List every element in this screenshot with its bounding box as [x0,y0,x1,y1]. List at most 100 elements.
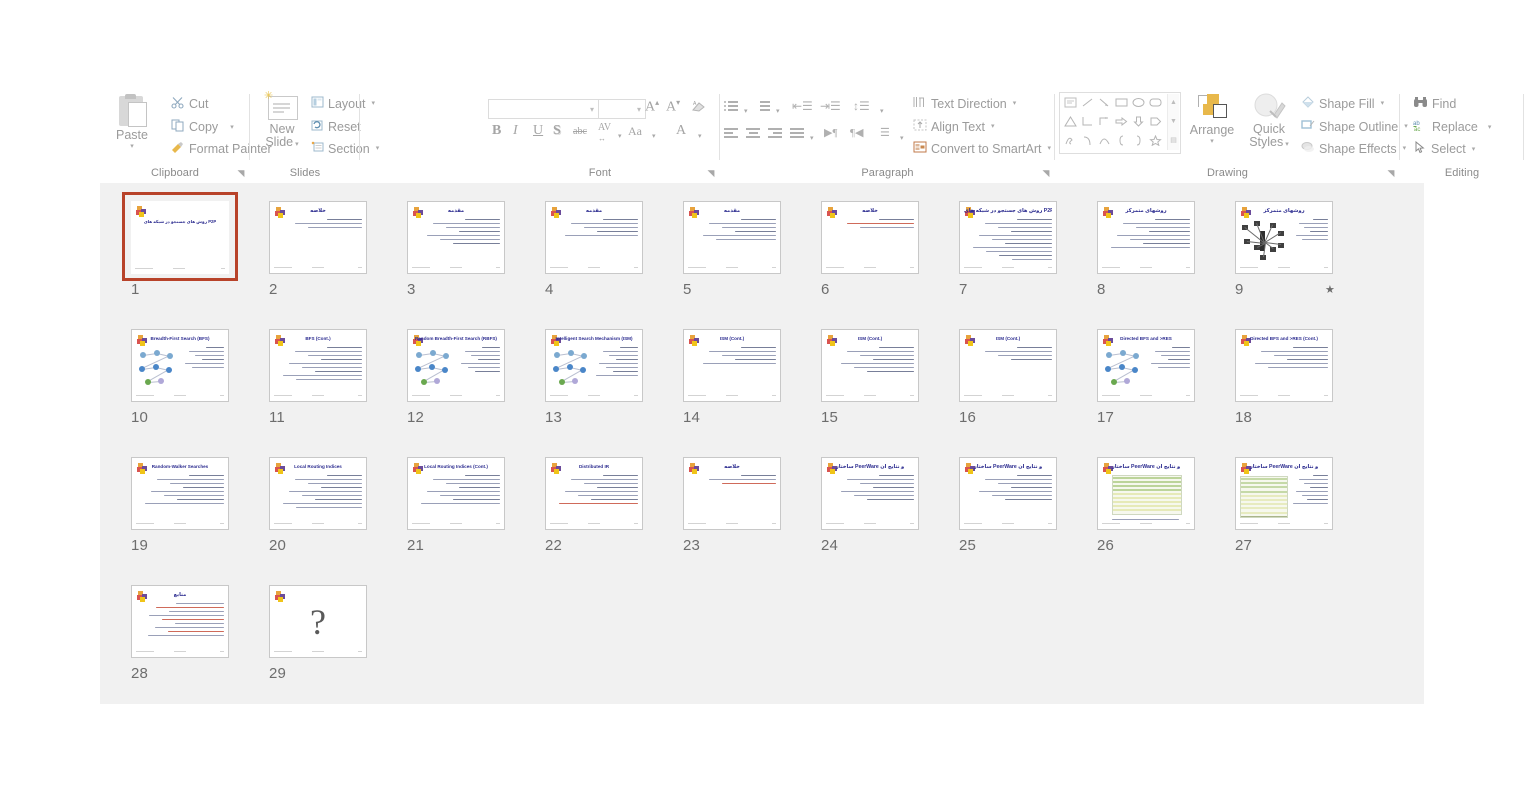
slide-thumbnail-frame[interactable]: Breadth-First Search (BFS) [125,323,235,406]
slide-thumbnail-16[interactable]: ISM (Cont.) 16 [953,323,1085,441]
chevron-down-icon[interactable]: ▾ [372,100,376,107]
gallery-more-icon[interactable]: ▤ [1168,132,1179,150]
slide-thumbnail-22[interactable]: Distributed IR 22 [539,451,671,569]
slide-sorter-pane[interactable]: روش های جستجو در شبکه های P2P 1 خلاصه 2 مقدم… [100,183,1424,704]
layout-button[interactable]: Layout ▾ [308,95,378,112]
chevron-down-icon[interactable]: ▾ [880,108,884,115]
slide-thumbnail-frame[interactable]: Intelligent Search Mechanism (ISM) [539,323,649,406]
slide-thumbnail-28[interactable]: منابع 28 [125,579,257,697]
slide-thumbnail-frame[interactable]: ساختار PeerWare و نتایج آن [815,451,925,534]
columns-button[interactable]: ☰ [880,126,890,139]
font-size-input[interactable]: ▾ [598,99,646,119]
slide-preview[interactable]: ISM (Cont.) [683,329,781,402]
slide-thumbnail-8[interactable]: روشهای متمرکز 8 [1091,195,1223,313]
clear-formatting-button[interactable]: A [688,98,709,117]
chevron-down-icon[interactable]: ▾ [618,133,622,140]
find-button[interactable]: Find [1410,95,1459,112]
slide-preview[interactable]: Random Breadth-First Search (RBFS) [407,329,505,402]
shape-right-brace[interactable] [1130,132,1147,149]
slide-thumbnail-frame[interactable]: ساختار PeerWare و نتایج آن [1091,451,1201,534]
section-button[interactable]: Section ▾ [308,140,382,157]
slide-preview[interactable]: Breadth-First Search (BFS) [131,329,229,402]
chevron-down-icon[interactable]: ▾ [1285,141,1289,148]
slide-thumbnail-frame[interactable]: خلاصه [677,451,787,534]
paragraph-dialog-launcher[interactable]: ◥ [1041,168,1051,178]
clipboard-dialog-launcher[interactable]: ◥ [236,168,246,178]
slide-thumbnail-frame[interactable]: Directed BFS and >RES (Cont.) [1229,323,1339,406]
slide-preview[interactable]: Local Routing Indices (Cont.) [407,457,505,530]
slide-preview[interactable]: ISM (Cont.) [959,329,1057,402]
bold-button[interactable]: B [492,123,501,139]
line-spacing-button[interactable]: ↕☰ [853,99,870,114]
text-direction-button[interactable]: Text Direction ▾ [910,95,1019,112]
chevron-down-icon[interactable]: ▾ [230,124,234,131]
chevron-down-icon[interactable]: ▾ [698,133,702,140]
chevron-down-icon[interactable]: ▾ [1472,146,1476,153]
chevron-down-icon[interactable]: ▾ [776,108,780,115]
chevron-down-icon[interactable]: ▾ [376,145,380,152]
shape-oval[interactable] [1130,94,1147,111]
quick-styles-button[interactable]: Quick Styles ▾ [1243,93,1295,149]
slide-preview[interactable]: Directed BFS and >RES [1097,329,1195,402]
slide-preview[interactable]: ساختار PeerWare و نتایج آن [959,457,1057,530]
underline-button[interactable]: U [533,123,543,139]
slide-preview[interactable]: خلاصه [269,201,367,274]
slide-thumbnail-24[interactable]: ساختار PeerWare و نتایج آن 24 [815,451,947,569]
chevron-down-icon[interactable]: ▾ [1488,124,1492,131]
cut-button[interactable]: Cut [168,95,211,113]
slide-thumbnail-12[interactable]: Random Breadth-First Search (RBFS) 12 [401,323,533,441]
slide-preview[interactable]: ISM (Cont.) [821,329,919,402]
chevron-down-icon[interactable]: ▾ [295,141,299,148]
slide-preview[interactable]: روشهای متمرکز [1235,201,1333,274]
slide-thumbnail-17[interactable]: Directed BFS and >RES 17 [1091,323,1223,441]
shape-scribble[interactable] [1062,132,1079,149]
chevron-down-icon[interactable]: ▾ [1047,145,1051,152]
slide-preview[interactable]: Local Routing Indices [269,457,367,530]
chevron-down-icon[interactable]: ▾ [1013,100,1017,107]
slide-preview[interactable]: خلاصه [683,457,781,530]
arrange-button[interactable]: Arrange ▾ [1183,93,1241,145]
slide-thumbnail-25[interactable]: ساختار PeerWare و نتایج آن 25 [953,451,1085,569]
decrease-indent-button[interactable]: ⇤☰ [792,99,813,114]
shape-arrow[interactable] [1096,94,1113,111]
increase-font-size-button[interactable]: A▴ [645,98,659,116]
slide-thumbnail-frame[interactable]: Random Breadth-First Search (RBFS) [401,323,511,406]
shape-curve[interactable] [1096,132,1113,149]
shape-rectangle[interactable] [1113,94,1130,111]
font-color-button[interactable]: A [676,123,686,139]
slide-preview[interactable]: ساختار PeerWare و نتایج آن [821,457,919,530]
slide-thumbnail-frame[interactable]: ISM (Cont.) [815,323,925,406]
slide-thumbnail-3[interactable]: مقدمه 3 [401,195,533,313]
chevron-down-icon[interactable]: ▾ [1381,100,1385,107]
slide-thumbnail-frame[interactable]: ساختار PeerWare و نتایج آن [1229,451,1339,534]
slide-thumbnail-frame[interactable]: BFS (Cont.) [263,323,373,406]
slide-thumbnail-19[interactable]: Random-Walker Searches 19 [125,451,257,569]
scroll-up-icon[interactable]: ▲ [1168,94,1179,112]
align-text-button[interactable]: Align Text ▾ [910,118,997,135]
chevron-down-icon[interactable]: ▾ [652,133,656,140]
shapes-gallery-scrollbar[interactable]: ▲ ▼ ▤ [1167,94,1179,150]
slide-thumbnail-frame[interactable]: روش های جستجو در شبکه های P2P [953,195,1063,278]
slide-thumbnail-frame[interactable]: Local Routing Indices [263,451,373,534]
shape-right-arrow[interactable] [1113,113,1130,130]
slide-thumbnail-11[interactable]: BFS (Cont.) 11 [263,323,395,441]
slide-thumbnail-frame[interactable]: روش های جستجو در شبکه های P2P [122,192,238,281]
slide-thumbnail-10[interactable]: Breadth-First Search (BFS) 10 [125,323,257,441]
slide-preview[interactable]: منابع [131,585,229,658]
slide-thumbnail-frame[interactable]: روشهای متمرکز [1229,195,1339,278]
shape-elbow-arrow[interactable] [1096,113,1113,130]
chevron-down-icon[interactable]: ▾ [1183,138,1241,145]
slide-thumbnail-frame[interactable]: مقدمه [677,195,787,278]
slide-thumbnail-frame[interactable]: Directed BFS and >RES [1091,323,1201,406]
slide-thumbnail-frame[interactable]: ? [263,579,373,662]
select-button[interactable]: Select ▾ [1410,140,1478,158]
shape-star[interactable] [1147,132,1164,149]
slide-preview[interactable]: ? [269,585,367,658]
increase-indent-button[interactable]: ⇥☰ [820,99,841,114]
slide-thumbnail-frame[interactable]: ساختار PeerWare و نتایج آن [953,451,1063,534]
slide-preview[interactable]: روشهای متمرکز [1097,201,1195,274]
slide-thumbnail-20[interactable]: Local Routing Indices 20 [263,451,395,569]
slide-thumbnail-13[interactable]: Intelligent Search Mechanism (ISM) 13 [539,323,671,441]
slide-thumbnail-4[interactable]: مقدمه 4 [539,195,671,313]
reset-button[interactable]: Reset [308,118,364,135]
